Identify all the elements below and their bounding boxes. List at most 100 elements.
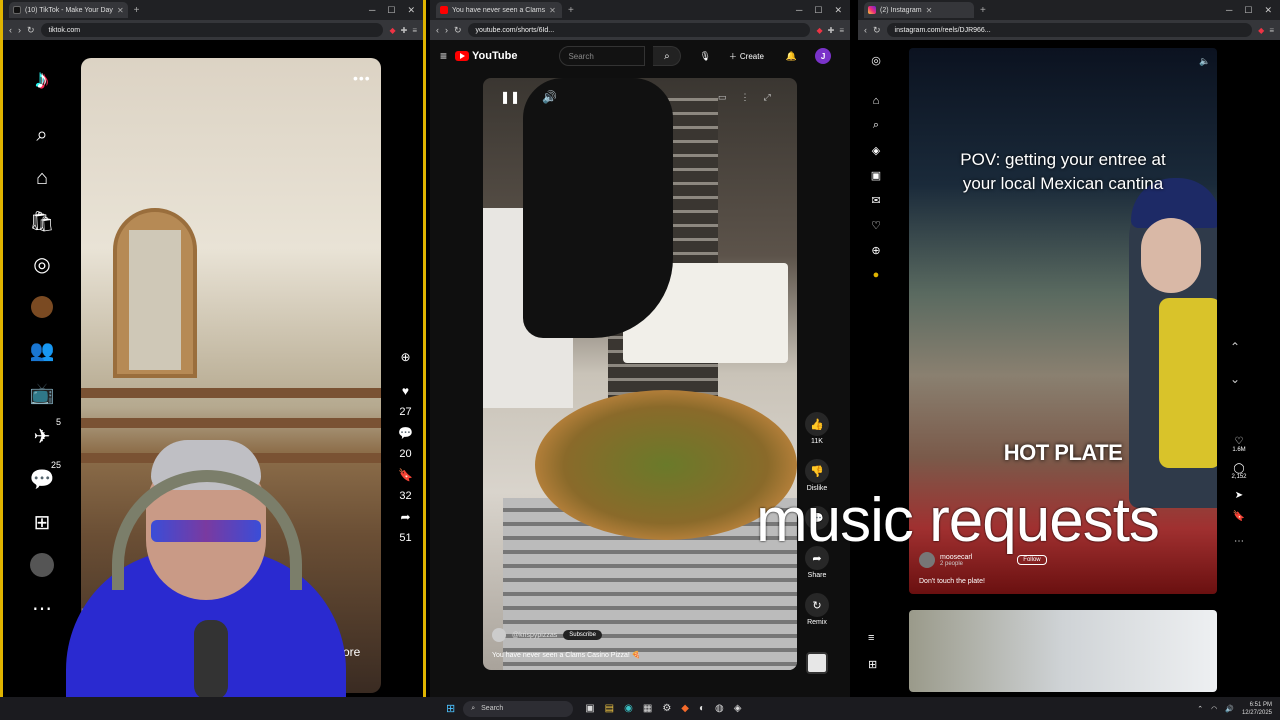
video-title[interactable]: You have never seen a Clams Casino Pizza… — [492, 651, 641, 659]
remix-button[interactable]: ↻ — [805, 593, 829, 617]
live-icon[interactable]: 📺 — [29, 380, 55, 406]
pause-icon[interactable]: ❚❚ — [500, 90, 520, 104]
more-options-icon[interactable]: ⋯ — [1234, 536, 1244, 547]
explore-icon[interactable]: ◎ — [29, 251, 55, 277]
subscribe-button[interactable]: Subscribe — [563, 630, 602, 640]
captions-icon[interactable]: ▭ — [718, 92, 727, 103]
shop-icon[interactable]: 🛍 — [29, 208, 55, 234]
next-reel-icon[interactable]: ⌄ — [1230, 372, 1240, 386]
reload-icon[interactable]: ↻ — [873, 25, 881, 36]
back-icon[interactable]: ‹ — [436, 25, 439, 35]
reels-icon[interactable]: ▣ — [871, 169, 881, 182]
search-input[interactable]: Search — [559, 46, 646, 66]
reload-icon[interactable]: ↻ — [454, 25, 462, 36]
more-menu-icon[interactable]: ≡ — [868, 632, 877, 644]
messages-icon[interactable]: ✉ — [871, 194, 880, 207]
fullscreen-icon[interactable]: ⤢ — [764, 92, 771, 103]
channel-name[interactable]: @krispypizzas — [512, 632, 557, 639]
account-avatar[interactable]: J — [815, 48, 832, 64]
edge-icon[interactable]: ◉ — [624, 703, 633, 714]
chevron-up-icon[interactable]: ⌃ — [1197, 705, 1203, 713]
comment-icon[interactable]: ◯ — [1233, 463, 1244, 474]
file-explorer-icon[interactable]: ▤ — [605, 703, 614, 714]
settings-icon[interactable]: ⚙ — [662, 703, 671, 714]
explore-icon[interactable]: ◈ — [872, 144, 880, 157]
create-button[interactable]: ＋ Create — [729, 51, 764, 62]
back-icon[interactable]: ‹ — [864, 25, 867, 35]
menu-icon[interactable]: ≡ — [839, 26, 844, 35]
home-icon[interactable]: ⌂ — [29, 165, 55, 191]
new-tab-icon[interactable]: + — [568, 5, 574, 16]
close-window-icon[interactable]: ✕ — [834, 5, 842, 16]
brave-icon[interactable]: ◆ — [681, 703, 689, 714]
menu-icon[interactable]: ≡ — [412, 26, 417, 35]
notifications-bell-icon[interactable]: 🔔 — [786, 51, 797, 62]
shield-icon[interactable]: ◆ — [816, 26, 822, 35]
like-icon[interactable]: ♥ — [402, 384, 409, 398]
wifi-icon[interactable]: ◠ — [1211, 705, 1217, 713]
close-window-icon[interactable]: ✕ — [1264, 5, 1272, 16]
back-icon[interactable]: ‹ — [9, 25, 12, 35]
obs-icon[interactable]: ◐ — [699, 703, 705, 714]
reload-icon[interactable]: ↻ — [27, 25, 35, 36]
minimize-icon[interactable]: ─ — [369, 5, 375, 16]
maximize-icon[interactable]: ☐ — [387, 5, 395, 16]
new-tab-icon[interactable]: + — [134, 5, 140, 16]
app-icon[interactable]: ◍ — [715, 703, 724, 714]
like-button[interactable]: 👍 — [805, 412, 829, 436]
previous-reel-icon[interactable]: ⌃ — [1230, 340, 1240, 354]
minimize-icon[interactable]: ─ — [796, 5, 802, 16]
youtube-short-video[interactable] — [483, 78, 797, 670]
app-icon[interactable]: ◈ — [734, 703, 742, 714]
search-icon[interactable]: ⌕ — [873, 119, 879, 132]
youtube-logo[interactable]: YouTube — [455, 50, 517, 62]
speaker-icon[interactable]: 🔊 — [1225, 705, 1234, 713]
video-options-icon[interactable]: ••• — [353, 70, 371, 86]
following-icon[interactable]: 👥 — [29, 337, 55, 363]
save-icon[interactable]: 🔖 — [1233, 511, 1245, 522]
youtube-tab[interactable]: You have never seen a Clams ✕ — [436, 2, 562, 18]
close-tab-icon[interactable]: ✕ — [117, 6, 124, 15]
search-button[interactable]: ⌕ — [653, 46, 682, 66]
audio-icon[interactable]: 🔈 — [1199, 56, 1210, 67]
like-icon[interactable]: ♡ — [1235, 436, 1244, 447]
close-window-icon[interactable]: ✕ — [407, 5, 415, 16]
instagram-logo-icon[interactable]: ◎ — [871, 54, 881, 67]
volume-icon[interactable]: 🔊 — [542, 90, 557, 104]
windows-start-icon[interactable]: ⊞ — [446, 702, 455, 715]
search-icon[interactable]: ⌕ — [29, 122, 55, 148]
channel-avatar[interactable] — [492, 628, 506, 642]
maximize-icon[interactable]: ☐ — [814, 5, 822, 16]
tiktok-address-bar[interactable]: tiktok.com — [40, 23, 384, 37]
menu-icon[interactable]: ≡ — [1269, 26, 1274, 35]
tiktok-logo-icon[interactable]: ♪ — [29, 64, 55, 94]
collab-people[interactable]: 2 people — [940, 561, 972, 567]
share-icon[interactable]: ➦ — [400, 510, 410, 524]
dislike-button[interactable]: 👎 — [805, 459, 829, 483]
store-icon[interactable]: ▦ — [643, 703, 652, 714]
tiktok-tab[interactable]: (10) TikTok - Make Your Day ✕ — [9, 2, 128, 18]
instagram-tab[interactable]: (2) Instagram ✕ — [864, 2, 974, 18]
clock[interactable]: 6:51 PM 12/27/2025 — [1242, 701, 1272, 717]
apps-icon[interactable]: ⊞ — [868, 658, 877, 671]
live-avatar-icon[interactable] — [29, 294, 55, 320]
close-tab-icon[interactable]: ✕ — [926, 6, 933, 15]
shield-icon[interactable]: ◆ — [389, 26, 395, 35]
notifications-heart-icon[interactable]: ♡ — [871, 219, 881, 232]
next-reel-preview[interactable] — [909, 610, 1217, 692]
youtube-address-bar[interactable]: youtube.com/shorts/6Id... — [467, 23, 811, 37]
shield-icon[interactable]: ◆ — [1258, 26, 1264, 35]
task-view-icon[interactable]: ▣ — [585, 703, 594, 714]
share-icon[interactable]: ➤ — [1235, 490, 1243, 501]
forward-icon[interactable]: › — [18, 25, 21, 35]
microphone-icon[interactable]: 🎙 — [699, 51, 710, 62]
minimize-icon[interactable]: ─ — [1226, 5, 1232, 16]
instagram-address-bar[interactable]: instagram.com/reels/DJR966... — [886, 23, 1253, 37]
comment-icon[interactable]: 💬 — [398, 426, 413, 440]
forward-icon[interactable]: › — [445, 25, 448, 35]
follow-button[interactable]: Follow — [1017, 555, 1047, 565]
create-icon[interactable]: ⊕ — [871, 244, 880, 257]
new-tab-icon[interactable]: + — [980, 5, 986, 16]
puzzle-icon[interactable]: ✚ — [401, 26, 408, 35]
add-icon[interactable]: ⊕ — [400, 350, 410, 364]
